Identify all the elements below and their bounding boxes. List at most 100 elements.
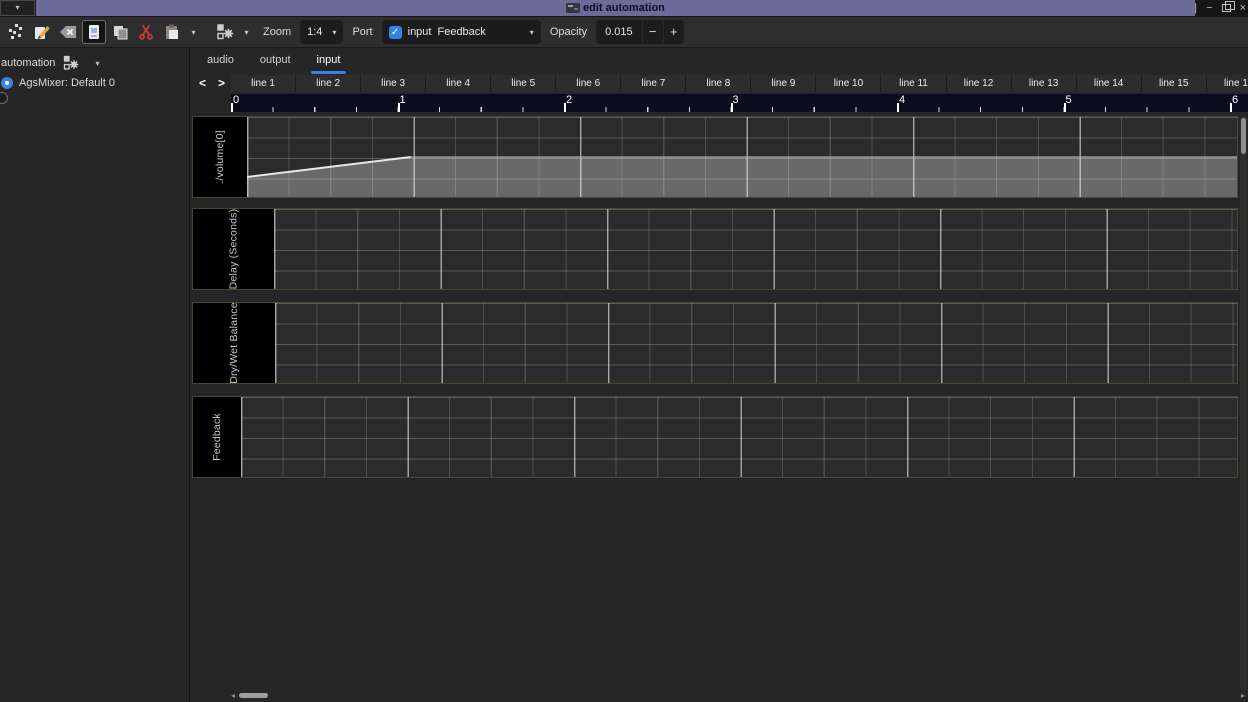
vertical-scrollbar[interactable] bbox=[1240, 116, 1247, 690]
track-grid[interactable] bbox=[275, 303, 1237, 383]
horizontal-scrollbar-thumb[interactable] bbox=[239, 693, 268, 698]
chevron-down-icon: ▾ bbox=[530, 28, 534, 37]
clear-tool-button[interactable] bbox=[56, 20, 80, 44]
window-title: edit automation bbox=[583, 2, 665, 14]
port-combobox[interactable]: input Feedback ▾ bbox=[382, 20, 541, 44]
ruler-mark-5: 5 bbox=[1064, 94, 1088, 112]
tab-input[interactable]: input bbox=[304, 48, 354, 74]
radio-selected-icon[interactable] bbox=[1, 77, 13, 89]
paste-button[interactable] bbox=[160, 20, 184, 44]
line-tab-line-8[interactable]: line 8 bbox=[686, 75, 751, 92]
machine-radio-row-0[interactable]: AgsMixer: Default 0 bbox=[0, 76, 189, 90]
copy-button[interactable] bbox=[108, 20, 132, 44]
edit-tool-button[interactable] bbox=[30, 20, 54, 44]
edit-tools-dropdown[interactable]: ▾ bbox=[186, 20, 201, 44]
opacity-decrement-button[interactable]: − bbox=[642, 21, 663, 43]
window-title-area: edit automation bbox=[566, 1, 665, 15]
machine-sidebar: automation ▾ AgsMixer: Default 0 bbox=[0, 48, 190, 702]
minimize-button[interactable]: − bbox=[1206, 1, 1212, 15]
window-icon bbox=[566, 3, 580, 13]
zoom-combobox[interactable]: 1:4 ▾ bbox=[300, 20, 343, 44]
scroll-right-icon[interactable]: ▸ bbox=[1241, 692, 1245, 700]
vertical-scrollbar-thumb[interactable] bbox=[1241, 118, 1246, 154]
pencil-icon bbox=[33, 23, 51, 41]
prev-line-button[interactable]: < bbox=[193, 75, 212, 92]
port-name: Feedback bbox=[437, 26, 485, 38]
machine-radio-row-1[interactable] bbox=[0, 91, 189, 105]
automation-editor: audio output input < > line 1line 2line … bbox=[190, 48, 1248, 702]
scissors-icon bbox=[137, 23, 155, 41]
opacity-increment-button[interactable]: + bbox=[663, 21, 684, 43]
window-menu-button[interactable]: ▾ bbox=[0, 0, 35, 16]
scroll-left-icon[interactable]: ◂ bbox=[231, 692, 235, 700]
track-label: Feedback bbox=[193, 397, 241, 477]
track-grid[interactable] bbox=[241, 397, 1237, 477]
select-tool-button[interactable] bbox=[82, 20, 106, 44]
radio-unselected-icon[interactable] bbox=[0, 92, 8, 104]
line-tab-line-12[interactable]: line 12 bbox=[947, 75, 1012, 92]
line-tab-line-5[interactable]: line 5 bbox=[491, 75, 556, 92]
line-tab-line-4[interactable]: line 4 bbox=[426, 75, 491, 92]
line-tab-line-3[interactable]: line 3 bbox=[361, 75, 426, 92]
machine-tools-button[interactable] bbox=[213, 20, 237, 44]
next-line-button[interactable]: > bbox=[212, 75, 231, 92]
port-checkbox[interactable] bbox=[389, 26, 402, 39]
close-button[interactable]: × bbox=[1240, 1, 1246, 15]
line-tab-line-13[interactable]: line 13 bbox=[1012, 75, 1077, 92]
line-tab-line-10[interactable]: line 10 bbox=[816, 75, 881, 92]
cut-button[interactable] bbox=[134, 20, 158, 44]
line-tab-line-7[interactable]: line 7 bbox=[621, 75, 686, 92]
sidebar-header: automation ▾ bbox=[0, 48, 189, 76]
automation-toolbar: ▾ ▾ Zoom 1:4 ▾ Port input Feedback ▾ Opa… bbox=[0, 17, 1248, 48]
track-label: ./volume[0] bbox=[193, 117, 247, 197]
tab-output[interactable]: output bbox=[247, 48, 304, 74]
track-label: Delay (Seconds) bbox=[193, 209, 274, 289]
line-tab-line-6[interactable]: line 6 bbox=[556, 75, 621, 92]
edit-automation-window: ▾ edit automation | − × bbox=[0, 0, 1248, 702]
line-nav: < > bbox=[193, 75, 231, 92]
opacity-value[interactable]: 0.015 bbox=[596, 26, 642, 38]
clear-icon bbox=[58, 23, 78, 41]
zoom-value: 1:4 bbox=[307, 26, 322, 38]
ruler-mark-4: 4 bbox=[897, 94, 921, 112]
timeline-ruler[interactable]: 0123456 bbox=[231, 94, 1248, 112]
track-grid[interactable] bbox=[274, 209, 1237, 289]
chevron-down-icon[interactable]: ▾ bbox=[95, 59, 99, 68]
position-dots-icon bbox=[7, 23, 25, 41]
horizontal-scrollbar[interactable]: ◂ bbox=[231, 692, 1236, 700]
machine-gear-icon bbox=[63, 55, 79, 71]
tab-audio[interactable]: audio bbox=[194, 48, 247, 74]
machine-gear-icon bbox=[216, 23, 234, 41]
automation-curve bbox=[247, 117, 1237, 197]
opacity-spinbox: 0.015 − + bbox=[596, 20, 684, 44]
line-tab-line-9[interactable]: line 9 bbox=[751, 75, 816, 92]
line-tab-line-14[interactable]: line 14 bbox=[1077, 75, 1142, 92]
line-header-list: line 1line 2line 3line 4line 5line 6line… bbox=[231, 75, 1248, 92]
line-tab-line-16[interactable]: line 16 bbox=[1207, 75, 1248, 92]
select-document-icon bbox=[85, 23, 103, 41]
automation-track-2: Dry/Wet Balance bbox=[192, 302, 1238, 384]
line-tab-line-11[interactable]: line 11 bbox=[881, 75, 946, 92]
chevron-down-icon: ▾ bbox=[244, 28, 248, 37]
ruler-mark-6: 6 bbox=[1230, 94, 1248, 112]
titlebar: ▾ edit automation | − × bbox=[0, 0, 1248, 17]
automation-track-1: Delay (Seconds) bbox=[192, 208, 1238, 290]
restore-button[interactable] bbox=[1222, 4, 1231, 12]
position-tool-button[interactable] bbox=[4, 20, 28, 44]
port-scope: input bbox=[408, 26, 432, 38]
channel-tabs: audio output input bbox=[190, 48, 1248, 74]
shade-button[interactable]: | bbox=[1194, 1, 1197, 15]
sidebar-title: automation bbox=[1, 57, 55, 69]
line-tab-line-15[interactable]: line 15 bbox=[1142, 75, 1207, 92]
line-tab-line-2[interactable]: line 2 bbox=[296, 75, 361, 92]
machine-tools-dropdown[interactable]: ▾ bbox=[239, 20, 254, 44]
track-label: Dry/Wet Balance bbox=[193, 303, 275, 383]
line-tab-line-1[interactable]: line 1 bbox=[231, 75, 296, 92]
port-label: Port bbox=[352, 26, 372, 38]
track-grid[interactable] bbox=[247, 117, 1237, 197]
clipboard-icon bbox=[163, 23, 181, 41]
copy-icon bbox=[111, 23, 129, 41]
automation-track-3: Feedback bbox=[192, 396, 1238, 478]
chevron-down-icon: ▾ bbox=[15, 3, 19, 12]
opacity-label: Opacity bbox=[550, 26, 587, 38]
